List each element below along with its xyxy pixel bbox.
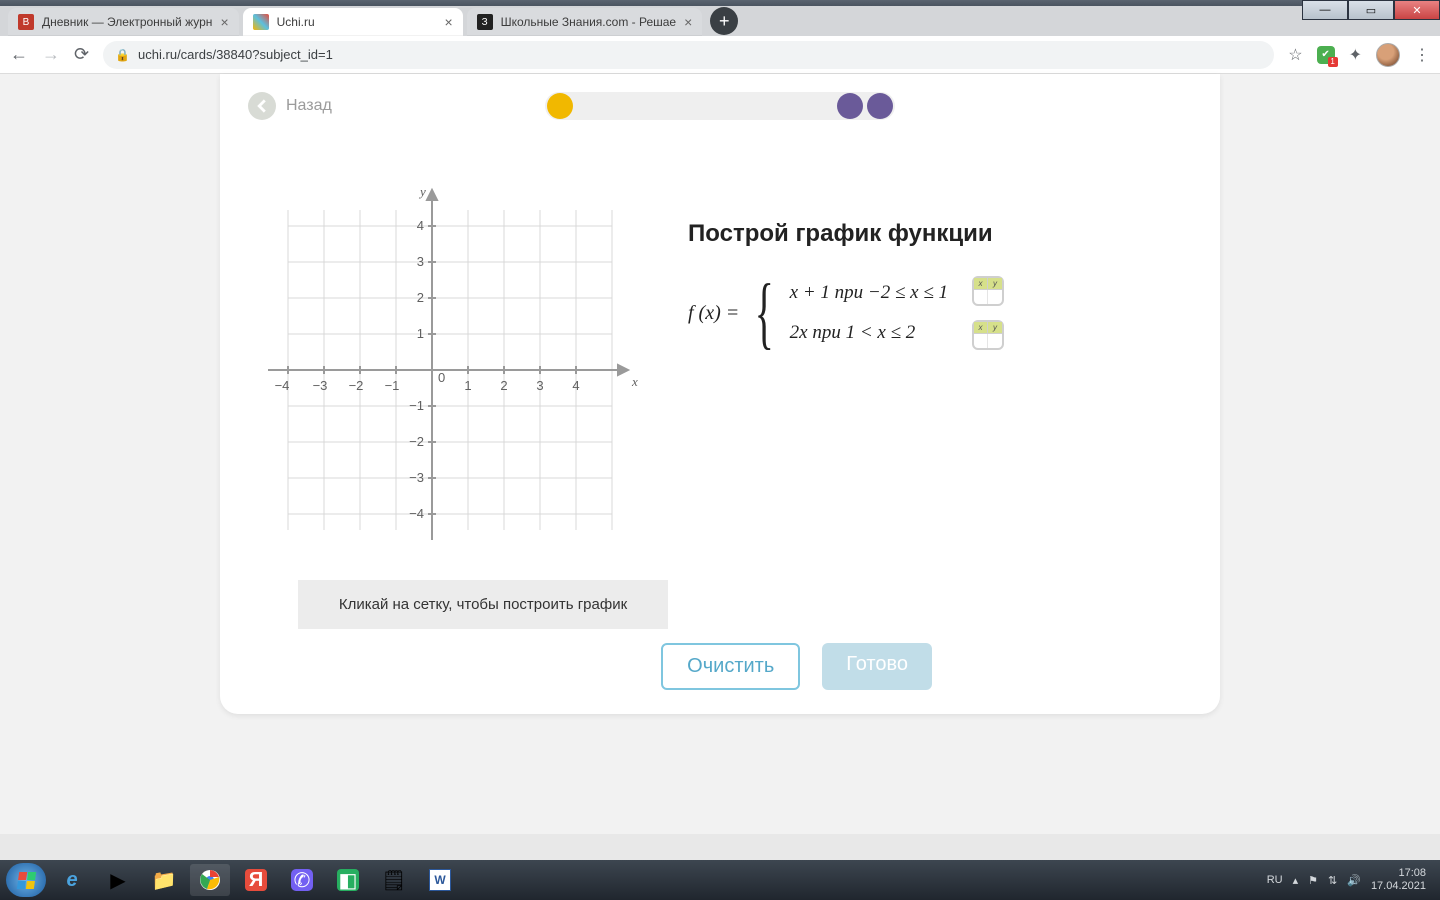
tab-close-icon[interactable]: × bbox=[684, 14, 692, 30]
svg-text:y: y bbox=[418, 184, 426, 199]
new-tab-button[interactable]: + bbox=[710, 7, 738, 35]
taskbar-notes-icon[interactable]: 🗒 bbox=[374, 864, 414, 896]
svg-text:4: 4 bbox=[417, 218, 424, 233]
svg-text:−1: −1 bbox=[409, 398, 424, 413]
brace-icon: { bbox=[755, 283, 774, 343]
start-button[interactable] bbox=[6, 863, 46, 897]
hint-text: Кликай на сетку, чтобы построить график bbox=[298, 580, 668, 629]
svg-text:0: 0 bbox=[438, 370, 445, 385]
browser-tabs: В Дневник — Электронный журн × Uchi.ru ×… bbox=[0, 6, 1440, 36]
favicon-icon: З bbox=[477, 14, 493, 30]
tab-title: Дневник — Электронный журн bbox=[42, 15, 212, 29]
lock-icon: 🔒 bbox=[115, 48, 130, 62]
taskbar: e ▶ 📁 Я ✆ ◧ 🗒 W RU ▴ ⚑ ⇅ 🔊 17:08 17.04.2… bbox=[0, 860, 1440, 900]
svg-text:−2: −2 bbox=[409, 434, 424, 449]
svg-text:−2: −2 bbox=[349, 378, 364, 393]
menu-icon[interactable]: ⋮ bbox=[1414, 45, 1430, 65]
back-icon[interactable]: ← bbox=[10, 44, 28, 65]
function-label: f (x) = bbox=[688, 302, 739, 325]
tab-dnevnik[interactable]: В Дневник — Электронный журн × bbox=[8, 8, 239, 36]
taskbar-viber-icon[interactable]: ✆ bbox=[282, 864, 322, 896]
maximize-button[interactable]: ▭ bbox=[1348, 0, 1394, 20]
url-bar: ← → ⟳ 🔒 uchi.ru/cards/38840?subject_id=1… bbox=[0, 36, 1440, 74]
minimize-button[interactable]: — bbox=[1302, 0, 1348, 20]
close-button[interactable]: ✕ bbox=[1394, 0, 1440, 20]
svg-text:3: 3 bbox=[536, 378, 543, 393]
progress-dot bbox=[837, 93, 863, 119]
badge: 1 bbox=[1328, 57, 1338, 67]
taskbar-ie-icon[interactable]: e bbox=[52, 864, 92, 896]
tray-sound-icon[interactable]: 🔊 bbox=[1347, 874, 1361, 887]
favicon-icon: В bbox=[18, 14, 34, 30]
clear-button[interactable]: Очистить bbox=[661, 643, 800, 690]
tab-close-icon[interactable]: × bbox=[220, 14, 228, 30]
tab-title: Uchi.ru bbox=[277, 15, 315, 29]
coordinate-grid[interactable]: y x 0 −4 −3 −2 −1 1 2 3 4 bbox=[248, 180, 648, 560]
taskbar-media-icon[interactable]: ▶ bbox=[98, 864, 138, 896]
svg-text:−4: −4 bbox=[275, 378, 290, 393]
svg-text:x: x bbox=[631, 374, 638, 389]
favicon-icon bbox=[253, 14, 269, 30]
address-input[interactable]: 🔒 uchi.ru/cards/38840?subject_id=1 bbox=[103, 41, 1274, 69]
profile-avatar[interactable] bbox=[1376, 43, 1400, 67]
tray-flag-icon[interactable]: ⚑ bbox=[1308, 874, 1318, 887]
tab-uchi[interactable]: Uchi.ru × bbox=[243, 8, 463, 36]
svg-text:2: 2 bbox=[500, 378, 507, 393]
taskbar-chrome-icon[interactable] bbox=[190, 864, 230, 896]
tray-network-icon[interactable]: ⇅ bbox=[1328, 874, 1337, 887]
svg-text:−1: −1 bbox=[385, 378, 400, 393]
piecewise-row-1: x + 1 при −2 ≤ x ≤ 1 bbox=[790, 282, 948, 304]
taskbar-explorer-icon[interactable]: 📁 bbox=[144, 864, 184, 896]
svg-text:−3: −3 bbox=[313, 378, 328, 393]
progress-bar bbox=[545, 92, 895, 120]
progress-dot bbox=[867, 93, 893, 119]
piecewise-row-2: 2x при 1 < x ≤ 2 bbox=[790, 322, 948, 344]
value-table-button-2[interactable]: xy bbox=[972, 320, 1004, 350]
lesson-card: Назад bbox=[220, 74, 1220, 714]
svg-text:1: 1 bbox=[417, 326, 424, 341]
window-controls: — ▭ ✕ bbox=[1302, 0, 1440, 20]
system-tray: RU ▴ ⚑ ⇅ 🔊 17:08 17.04.2021 bbox=[1267, 867, 1434, 893]
lesson-back-button[interactable] bbox=[248, 92, 276, 120]
task-panel: Построй график функции f (x) = { x + 1 п… bbox=[688, 180, 1004, 560]
tab-title: Школьные Знания.com - Решае bbox=[501, 15, 676, 29]
tray-clock[interactable]: 17:08 17.04.2021 bbox=[1371, 867, 1426, 893]
lesson-back-label: Назад bbox=[286, 97, 332, 115]
svg-text:−3: −3 bbox=[409, 470, 424, 485]
ready-button[interactable]: Готово bbox=[822, 643, 932, 690]
star-icon[interactable]: ☆ bbox=[1288, 45, 1302, 65]
tray-lang[interactable]: RU bbox=[1267, 874, 1283, 886]
value-table-button-1[interactable]: xy bbox=[972, 276, 1004, 306]
taskbar-word-icon[interactable]: W bbox=[420, 864, 460, 896]
tab-close-icon[interactable]: × bbox=[444, 14, 452, 30]
svg-text:1: 1 bbox=[464, 378, 471, 393]
progress-dot-current bbox=[547, 93, 573, 119]
page-content: Назад bbox=[0, 74, 1440, 834]
extensions-icon[interactable]: ✦ bbox=[1349, 45, 1362, 65]
url-text: uchi.ru/cards/38840?subject_id=1 bbox=[138, 47, 333, 62]
svg-text:2: 2 bbox=[417, 290, 424, 305]
svg-text:3: 3 bbox=[417, 254, 424, 269]
taskbar-yandex-icon[interactable]: Я bbox=[236, 864, 276, 896]
reload-icon[interactable]: ⟳ bbox=[74, 44, 89, 65]
toolbar-right: ☆ ✔1 ✦ ⋮ bbox=[1288, 43, 1430, 67]
taskbar-app-icon[interactable]: ◧ bbox=[328, 864, 368, 896]
svg-text:−4: −4 bbox=[409, 506, 424, 521]
svg-text:4: 4 bbox=[572, 378, 579, 393]
tab-znaniya[interactable]: З Школьные Знания.com - Решае × bbox=[467, 8, 703, 36]
forward-icon[interactable]: → bbox=[42, 44, 60, 65]
adblock-icon[interactable]: ✔1 bbox=[1317, 46, 1335, 64]
task-title: Построй график функции bbox=[688, 220, 1004, 248]
tray-arrow-icon[interactable]: ▴ bbox=[1293, 874, 1299, 887]
